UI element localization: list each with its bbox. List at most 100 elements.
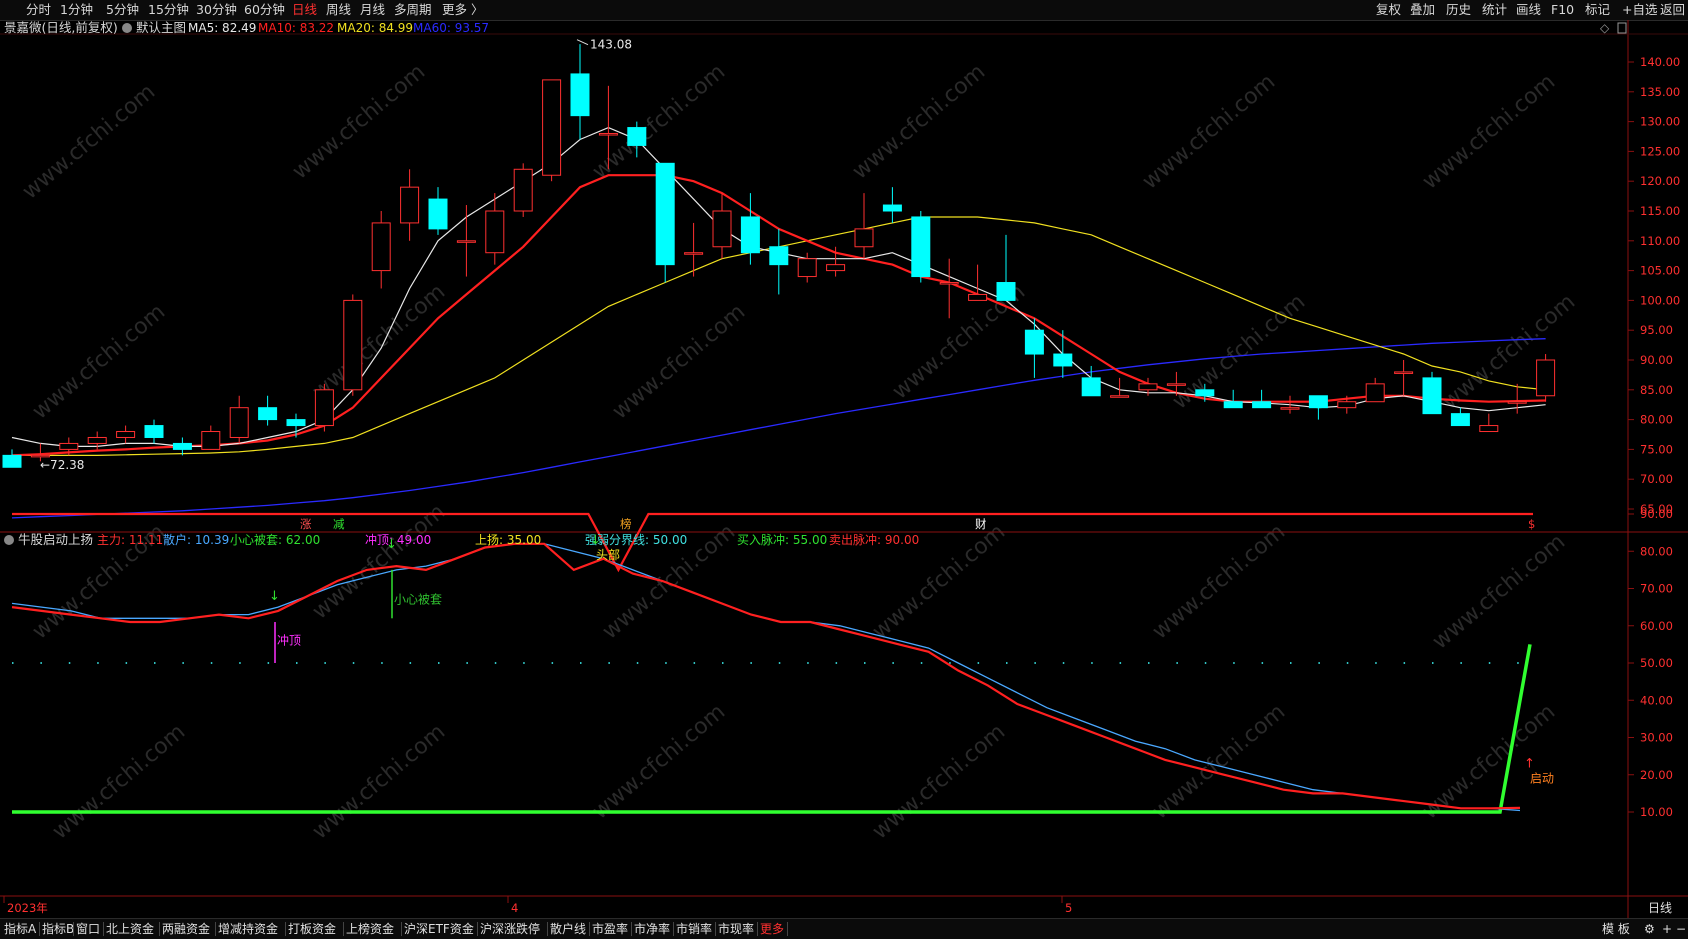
moving-average-lines <box>11 126 1546 519</box>
candle[interactable] <box>854 193 874 259</box>
candle[interactable] <box>1053 330 1073 378</box>
indicator-tab-8[interactable]: 沪深ETF资金 <box>404 921 474 937</box>
period-tab-5[interactable]: 60分钟 <box>244 2 285 18</box>
indicator-tab-9[interactable]: 沪深涨跌停 <box>480 921 540 937</box>
candlesticks[interactable] <box>2 44 1556 468</box>
event-marker-1[interactable]: 减 <box>333 517 345 531</box>
diamond-icon[interactable]: ◇ <box>1600 21 1610 35</box>
candle[interactable] <box>2 449 22 468</box>
indicator-tab-14[interactable]: 市现率 <box>718 921 754 937</box>
candle[interactable] <box>258 395 278 426</box>
event-marker-0[interactable]: 涨 <box>300 517 312 531</box>
indicator-tab-7[interactable]: 上榜资金 <box>346 921 394 937</box>
event-marker-3[interactable]: 财 <box>975 517 987 531</box>
period-tab-7[interactable]: 周线 <box>326 2 351 18</box>
candle[interactable] <box>201 425 221 450</box>
candle[interactable] <box>570 44 590 140</box>
candle[interactable] <box>1223 389 1243 409</box>
candle[interactable] <box>1422 371 1442 415</box>
candle[interactable] <box>882 187 902 223</box>
boundary-dot <box>750 662 752 664</box>
boundary-dot <box>1204 662 1207 664</box>
candle[interactable] <box>1081 365 1101 397</box>
indicator-tab-0[interactable]: 指标A <box>4 921 36 937</box>
indicator-tab-1[interactable]: 指标B <box>42 921 74 937</box>
candle[interactable] <box>116 425 136 444</box>
indicator-tab-2[interactable]: 窗口 <box>76 921 100 937</box>
indicator-tab-6[interactable]: 打板资金 <box>288 921 336 937</box>
indicator-tab-11[interactable]: 市盈率 <box>592 921 628 937</box>
candle[interactable] <box>655 162 675 283</box>
toolbar-btn-4[interactable]: 画线 <box>1516 2 1541 18</box>
candle[interactable] <box>314 383 334 432</box>
indicator-tab-12[interactable]: 市净率 <box>634 921 670 937</box>
indicator-tab-3[interactable]: 北上资金 <box>106 921 154 937</box>
candle[interactable] <box>939 258 959 319</box>
candle[interactable] <box>229 395 249 444</box>
candle[interactable] <box>428 187 448 235</box>
candle[interactable] <box>1479 413 1499 433</box>
indicator-settings-icon[interactable] <box>4 535 14 545</box>
candle[interactable] <box>456 205 476 277</box>
period-tab-10[interactable]: 更多 〉 <box>442 2 483 18</box>
settings-dot-icon[interactable] <box>122 23 132 33</box>
candle[interactable] <box>485 193 505 265</box>
candle[interactable] <box>542 79 562 182</box>
toolbar-btn-6[interactable]: 标记 <box>1585 2 1610 18</box>
candle[interactable] <box>513 163 533 217</box>
candle[interactable] <box>1308 395 1328 420</box>
candle[interactable] <box>1507 383 1527 414</box>
indicator-tab-10[interactable]: 散户线 <box>550 921 586 937</box>
candle[interactable] <box>144 419 164 444</box>
candle[interactable] <box>371 211 391 289</box>
boundary-dot <box>920 662 923 664</box>
candle[interactable] <box>172 437 192 456</box>
event-marker-2[interactable]: 榜 <box>620 517 632 531</box>
panel-toggle-icon[interactable] <box>1617 22 1627 34</box>
period-tab-2[interactable]: 5分钟 <box>106 2 139 18</box>
settings-gear-icon[interactable]: ⚙ <box>1644 921 1655 937</box>
candle[interactable] <box>712 193 732 259</box>
toolbar-btn-7[interactable]: +自选 <box>1622 2 1657 18</box>
candle[interactable] <box>400 169 420 241</box>
period-tab-3[interactable]: 15分钟 <box>148 2 189 18</box>
candle[interactable] <box>1536 354 1556 402</box>
period-tab-8[interactable]: 月线 <box>360 2 385 18</box>
indicator-tab-5[interactable]: 增减持资金 <box>218 921 278 937</box>
candle[interactable] <box>968 264 988 301</box>
date-label-1: 4 <box>511 901 518 915</box>
indicator-axis: 90.00 80.00 70.00 60.00 50.00 40.00 30.00 20.00… <box>1628 507 1673 819</box>
toolbar-btn-8[interactable]: 返回 <box>1660 2 1685 18</box>
indicator-tab-4[interactable]: 两融资金 <box>162 921 210 937</box>
candle[interactable] <box>1394 360 1414 396</box>
watermark-text: www.cfchi.com <box>868 719 1010 844</box>
period-tab-6[interactable]: 日线 <box>292 2 317 18</box>
period-tab-9[interactable]: 多周期 <box>394 2 432 18</box>
toolbar-btn-2[interactable]: 历史 <box>1446 2 1471 18</box>
candle[interactable] <box>286 413 306 438</box>
candle[interactable] <box>769 228 789 295</box>
candle[interactable] <box>911 211 931 283</box>
period-tab-1[interactable]: 1分钟 <box>60 2 93 18</box>
toolbar-btn-3[interactable]: 统计 <box>1482 2 1507 18</box>
candle[interactable] <box>1365 377 1385 403</box>
indicator-tab-13[interactable]: 市销率 <box>676 921 712 937</box>
toolbar-btn-0[interactable]: 复权 <box>1376 2 1401 18</box>
chart-area[interactable]: www.cfchi.com www.cfchi.com www.cfchi.com w… <box>0 20 1688 918</box>
toolbar-btn-5[interactable]: F10 <box>1551 2 1574 18</box>
period-tab-4[interactable]: 30分钟 <box>196 2 237 18</box>
indicator-tab-15[interactable]: 更多 <box>760 921 784 937</box>
toolbar-btn-1[interactable]: 叠加 <box>1410 2 1435 18</box>
event-marker-4[interactable]: $ <box>1528 517 1535 531</box>
zoom-out-icon[interactable]: − <box>1676 921 1686 937</box>
candle[interactable] <box>996 234 1016 301</box>
watermark-text: www.cfchi.com <box>1138 69 1280 194</box>
watermark-text: www.cfchi.com <box>848 59 990 184</box>
watermark-text: www.cfchi.com <box>48 719 190 844</box>
template-button[interactable]: 模 板 <box>1602 921 1630 937</box>
period-tab-0[interactable]: 分时 <box>26 2 51 18</box>
candle[interactable] <box>343 294 363 396</box>
zoom-in-icon[interactable]: + <box>1662 921 1672 937</box>
candle[interactable] <box>1252 389 1272 409</box>
candle[interactable] <box>1024 318 1044 378</box>
